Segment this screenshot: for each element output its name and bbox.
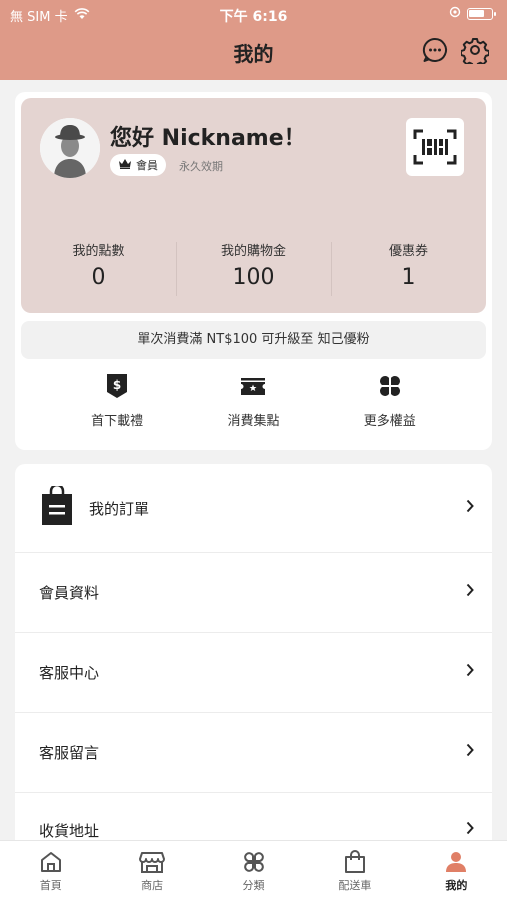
menu-item-orders[interactable]: 我的訂單 bbox=[15, 464, 492, 552]
stat-shopping-credit[interactable]: 我的購物金 100 bbox=[176, 240, 331, 300]
nav-label: 分類 bbox=[242, 879, 265, 892]
battery-icon bbox=[467, 8, 496, 20]
category-icon bbox=[203, 849, 304, 875]
avatar-icon bbox=[40, 118, 100, 178]
perk-more-benefits[interactable]: 更多權益 bbox=[335, 372, 445, 442]
perk-label: 更多權益 bbox=[363, 414, 416, 429]
perk-label: 首下載禮 bbox=[91, 414, 144, 429]
membership-badge: 會員 bbox=[110, 154, 166, 176]
stat-value: 100 bbox=[232, 265, 275, 290]
nav-label: 我的 bbox=[445, 879, 468, 892]
status-right bbox=[449, 6, 496, 22]
nav-item-cart[interactable]: 配送車 bbox=[304, 841, 405, 900]
status-bar: 無 SIM 卡 下午 6:16 bbox=[0, 0, 507, 28]
member-stats: 我的點數 0 我的購物金 100 優惠券 1 bbox=[21, 240, 486, 300]
chevron-right-icon bbox=[466, 821, 474, 839]
member-section: 您好 Nickname！ 會員 永久效期 我的點數 0 我的購物金 100 優惠… bbox=[15, 92, 492, 450]
menu-item-member-profile[interactable]: 會員資料 bbox=[15, 552, 492, 632]
shopping-bag-icon bbox=[39, 483, 75, 530]
chevron-right-icon bbox=[466, 499, 474, 517]
clover-icon bbox=[335, 372, 445, 400]
avatar[interactable] bbox=[40, 118, 100, 178]
member-card: 您好 Nickname！ 會員 永久效期 我的點數 0 我的購物金 100 優惠… bbox=[21, 98, 486, 313]
chat-bubble-icon[interactable] bbox=[421, 36, 449, 64]
chevron-right-icon bbox=[466, 583, 474, 601]
crown-icon bbox=[118, 158, 132, 172]
perk-label: 消費集點 bbox=[227, 414, 280, 429]
nav-label: 配送車 bbox=[338, 879, 372, 892]
status-time: 下午 6:16 bbox=[219, 9, 288, 25]
nav-item-home[interactable]: 首頁 bbox=[0, 841, 101, 900]
stat-coupons[interactable]: 優惠券 1 bbox=[331, 240, 486, 300]
menu-item-label: 客服留言 bbox=[39, 743, 100, 762]
barcode-scan-icon bbox=[413, 129, 457, 165]
orientation-lock-icon bbox=[449, 6, 461, 22]
menu-item-label: 會員資料 bbox=[39, 583, 100, 602]
menu-item-shipping-address[interactable]: 收貨地址 bbox=[15, 792, 492, 844]
person-icon bbox=[406, 849, 507, 875]
stat-points[interactable]: 我的點數 0 bbox=[21, 240, 176, 300]
stat-label: 我的點數 bbox=[72, 244, 125, 259]
perk-earn-points[interactable]: 消費集點 bbox=[198, 372, 308, 442]
stat-label: 我的購物金 bbox=[220, 244, 286, 259]
nav-item-profile[interactable]: 我的 bbox=[406, 841, 507, 900]
nav-label: 商店 bbox=[141, 879, 164, 892]
membership-level: 會員 bbox=[136, 159, 158, 172]
bottom-nav: 首頁 商店 分類 配送車 我的 bbox=[0, 840, 507, 900]
perk-first-download[interactable]: $ 首下載禮 bbox=[62, 372, 172, 442]
upgrade-notice: 單次消費滿 NT$100 可升級至 知己優粉 bbox=[21, 321, 486, 359]
chevron-right-icon bbox=[466, 663, 474, 681]
stat-value: 0 bbox=[91, 265, 106, 290]
dollar-tag-icon: $ bbox=[62, 372, 172, 400]
home-icon bbox=[0, 849, 101, 875]
svg-text:$: $ bbox=[113, 378, 121, 392]
menu-item-label: 我的訂單 bbox=[89, 499, 150, 518]
nav-label: 首頁 bbox=[39, 879, 62, 892]
header-actions bbox=[421, 36, 489, 64]
header-bar: 無 SIM 卡 下午 6:16 我的 bbox=[0, 0, 507, 80]
barcode-button[interactable] bbox=[406, 118, 464, 176]
stat-value: 1 bbox=[401, 265, 416, 290]
store-icon bbox=[101, 849, 202, 875]
chevron-right-icon bbox=[466, 743, 474, 761]
gear-icon[interactable] bbox=[461, 36, 489, 64]
menu-item-service-message[interactable]: 客服留言 bbox=[15, 712, 492, 792]
nav-item-store[interactable]: 商店 bbox=[101, 841, 202, 900]
nav-item-category[interactable]: 分類 bbox=[203, 841, 304, 900]
greeting-text: 您好 Nickname！ bbox=[110, 126, 306, 151]
membership-validity: 永久效期 bbox=[179, 160, 223, 173]
menu-item-label: 收貨地址 bbox=[39, 821, 100, 840]
stat-label: 優惠券 bbox=[388, 244, 428, 259]
ticket-icon bbox=[198, 372, 308, 400]
bag-icon bbox=[304, 849, 405, 875]
menu-item-label: 客服中心 bbox=[39, 663, 100, 682]
menu-item-customer-service[interactable]: 客服中心 bbox=[15, 632, 492, 712]
account-menu: 我的訂單 會員資料 客服中心 客服留言 收貨地址 bbox=[15, 464, 492, 844]
perks-row: $ 首下載禮 消費集點 更多權益 bbox=[21, 372, 486, 442]
